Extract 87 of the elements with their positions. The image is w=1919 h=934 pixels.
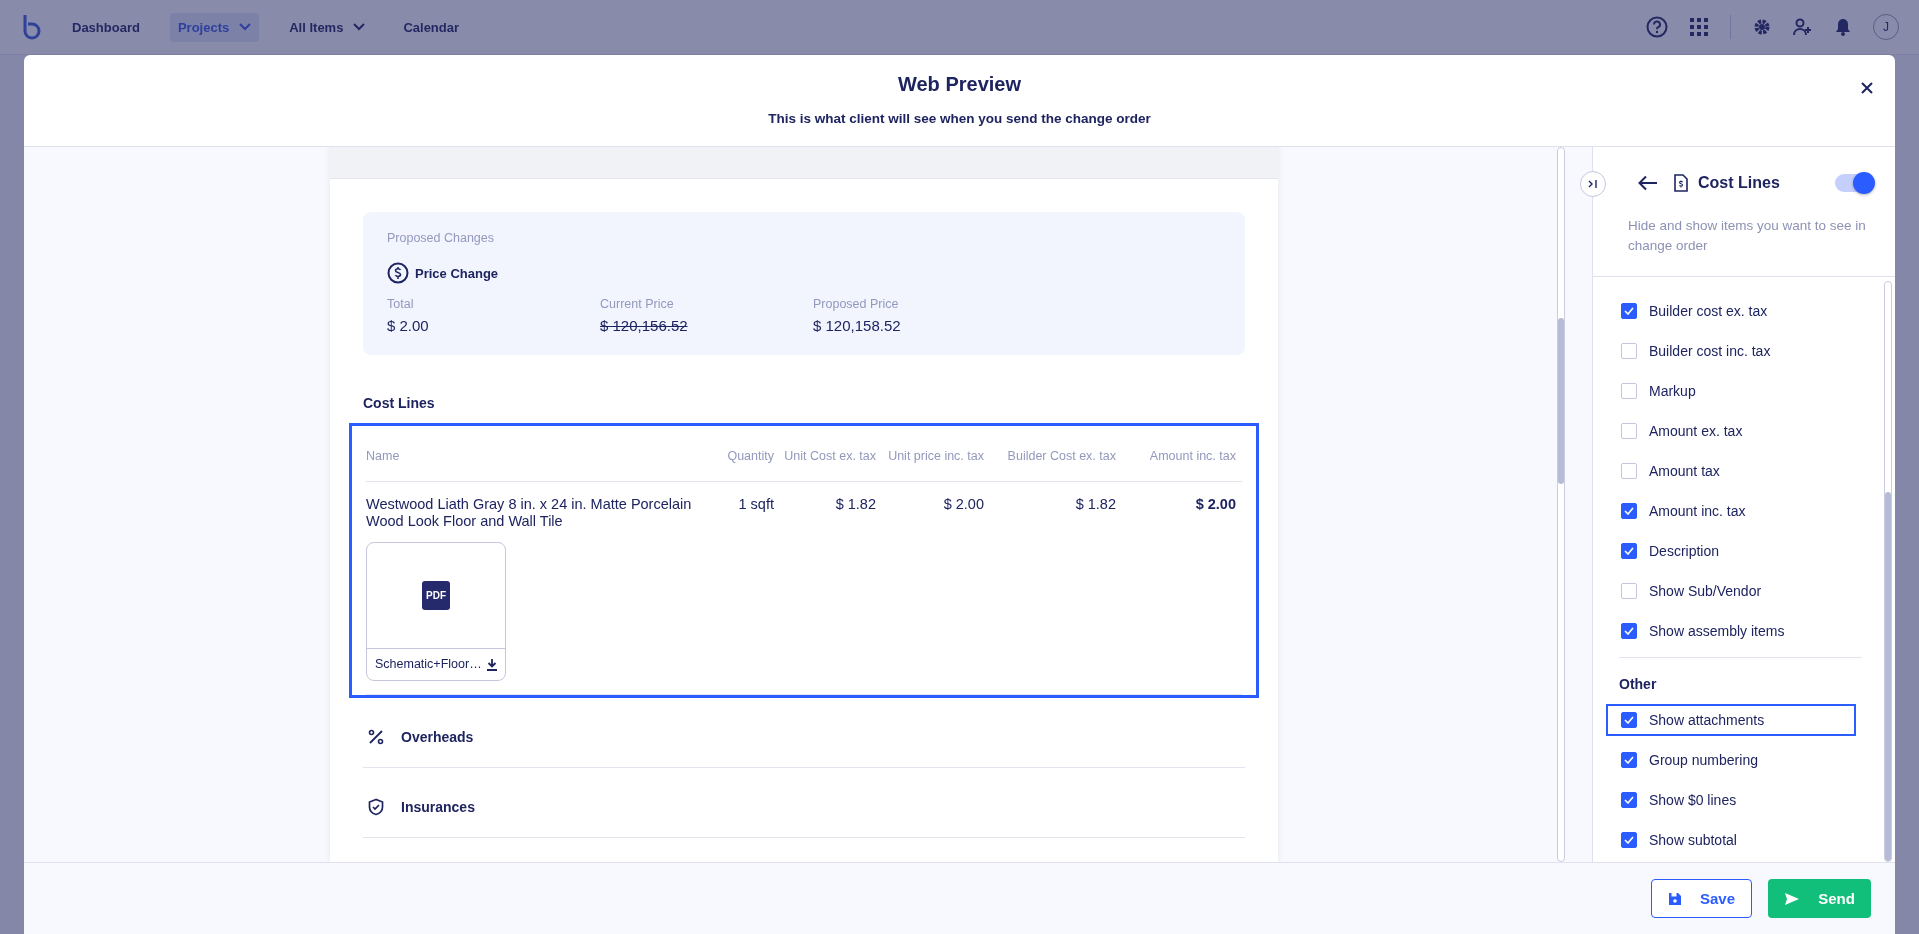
checkmark-icon: [1624, 627, 1634, 635]
table-cell-text: $ 2.00: [1194, 496, 1236, 514]
option-label: Builder cost ex. tax: [1649, 303, 1768, 319]
checkmark-icon: [1624, 507, 1634, 515]
section-heading: Cost Lines: [363, 395, 436, 411]
change-type: Price Change: [415, 265, 499, 281]
collapse-icon: [1588, 179, 1598, 189]
table-cell: Westwood Liath Gray 8 in. x 24 in. Matte Porcelain Wood Look Floor and Wall Tile PDF Schematic+Floor…: [366, 496, 714, 681]
send-button[interactable]: Send: [1768, 879, 1871, 918]
option-label: Builder cost inc. tax: [1649, 343, 1771, 359]
checkbox[interactable]: [1621, 623, 1637, 639]
checkmark-icon: [1624, 836, 1634, 844]
checkbox[interactable]: [1621, 463, 1637, 479]
dollar-circle-icon: [387, 262, 409, 284]
panel-description: Hide and show items you want to see in change order: [1628, 217, 1867, 255]
field-label: Proposed Price: [813, 297, 900, 311]
back-arrow-icon[interactable]: [1638, 175, 1658, 191]
table-cell-text: $ 1.82: [834, 496, 876, 514]
section-heading[interactable]: Overheads: [401, 728, 474, 745]
modal-title: Web Preview: [898, 73, 1021, 96]
card-heading: Proposed Changes: [387, 231, 496, 245]
checkmark-icon: [1624, 547, 1634, 555]
checkbox[interactable]: [1621, 752, 1637, 768]
checkbox[interactable]: [1621, 583, 1637, 599]
checkbox[interactable]: [1621, 792, 1637, 808]
column-header: Builder Cost ex. tax: [1006, 448, 1116, 463]
modal-subtitle: This is what client will see when you send the change order: [768, 111, 1151, 126]
field-value: $ 2.00: [387, 317, 430, 334]
column-header: Unit Cost ex. tax: [783, 448, 876, 463]
file-name: Schematic+Floor…: [375, 656, 482, 673]
checkbox[interactable]: [1621, 383, 1637, 399]
field-value: $ 120,156.52: [600, 317, 689, 334]
option-label: Amount inc. tax: [1649, 503, 1746, 519]
checkmark-icon: [1624, 756, 1634, 764]
option-label: Markup: [1649, 383, 1696, 399]
section-heading[interactable]: Insurances: [401, 798, 475, 815]
scrollbar[interactable]: [1884, 281, 1892, 862]
document-dollar-icon: [1674, 174, 1688, 192]
field-label: Total: [387, 297, 415, 311]
field-label: Current Price: [600, 297, 675, 311]
table-cell-text: $ 2.00: [942, 496, 984, 514]
toggle-switch[interactable]: [1835, 174, 1873, 192]
checkbox[interactable]: [1621, 503, 1637, 519]
checkmark-icon: [1624, 307, 1634, 315]
option-label: Show attachments: [1649, 712, 1765, 728]
column-header: Name: [366, 448, 401, 463]
checkbox[interactable]: [1621, 832, 1637, 848]
checkbox[interactable]: [1621, 543, 1637, 559]
users-icon[interactable]: [1793, 18, 1813, 36]
send-icon: [1784, 891, 1801, 906]
scrollbar[interactable]: [1557, 147, 1565, 862]
settings-icon[interactable]: [1753, 18, 1771, 36]
pdf-badge-icon: PDF: [422, 581, 450, 610]
panel-title: Cost Lines: [1698, 174, 1780, 192]
option-label: Show Sub/Vendor: [1649, 583, 1762, 599]
nav-item[interactable]: Projects: [169, 12, 260, 42]
download-icon[interactable]: [487, 658, 497, 671]
save-button[interactable]: Save: [1651, 879, 1752, 918]
table-cell-text: 1 sqft: [737, 496, 774, 514]
nav-item[interactable]: Dashboard: [64, 12, 148, 42]
shield-check-icon: [367, 797, 385, 816]
column-header: Quantity: [726, 448, 774, 463]
checkbox[interactable]: [1621, 423, 1637, 439]
attachment-card[interactable]: PDF Schematic+Floor…: [366, 542, 506, 681]
checkbox[interactable]: [1621, 303, 1637, 319]
group-heading: Other: [1618, 675, 1658, 694]
help-icon[interactable]: [1646, 16, 1668, 38]
field-value: $ 120,158.52: [813, 317, 902, 334]
column-header: Amount inc. tax: [1148, 448, 1236, 463]
bell-icon[interactable]: [1835, 18, 1851, 36]
checkmark-icon: [1624, 796, 1634, 804]
option-label: Group numbering: [1649, 752, 1758, 768]
option-label: Show assembly items: [1649, 623, 1785, 639]
option-label: Show subtotal: [1649, 832, 1737, 848]
option-label: Description: [1649, 543, 1720, 559]
apps-grid-icon[interactable]: [1690, 18, 1708, 36]
table-cell-text: $ 1.82: [1074, 496, 1116, 514]
option-label: Show $0 lines: [1649, 792, 1737, 808]
percent-icon: [367, 727, 385, 746]
checkmark-icon: [1624, 716, 1634, 724]
checkbox[interactable]: [1621, 343, 1637, 359]
nav-item[interactable]: Calendar: [395, 12, 468, 42]
option-label: Amount tax: [1649, 463, 1720, 479]
option-label: Amount ex. tax: [1649, 423, 1743, 439]
checkbox[interactable]: [1621, 712, 1637, 728]
column-header: Unit price inc. tax: [887, 448, 984, 463]
nav-item[interactable]: All Items: [281, 12, 374, 42]
